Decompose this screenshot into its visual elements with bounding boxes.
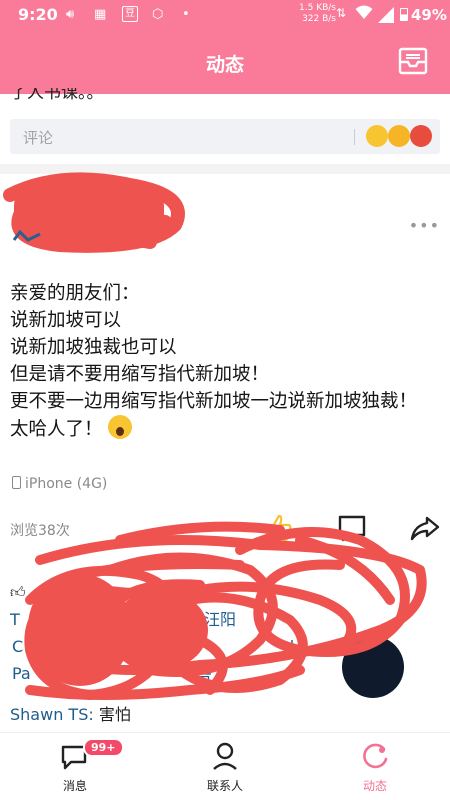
post-line: 说新加坡可以 bbox=[10, 310, 122, 331]
calendar-icon: ▦ bbox=[94, 7, 107, 22]
section-gap bbox=[0, 164, 450, 174]
shield-icon: ⬡ bbox=[152, 7, 164, 22]
app-header: 动态 bbox=[0, 32, 450, 94]
bottom-navigation: 99+ 消息 联系人 动态 bbox=[0, 732, 450, 800]
douban-icon: 豆 bbox=[122, 6, 138, 22]
nav-label: 消息 bbox=[62, 779, 87, 793]
data-arrows-icon: ⇅ bbox=[336, 6, 347, 20]
nav-messages[interactable]: 99+ 消息 bbox=[0, 733, 150, 800]
nav-label: 动态 bbox=[362, 779, 387, 793]
comment-fragment: 贡 bbox=[196, 668, 213, 687]
comment-fragment: T bbox=[10, 610, 20, 629]
status-bar: 9:20 🔊︎ ▦ 豆 ⬡ • 1.5 KB/s 322 B/s ⇅ 49% bbox=[0, 0, 450, 32]
comment-input[interactable]: 评论 bbox=[10, 119, 440, 154]
comment-row[interactable]: Shawn TS: 害怕 bbox=[10, 701, 131, 725]
moments-icon bbox=[363, 743, 388, 769]
comment-fragment: C bbox=[12, 637, 24, 656]
post-line: 太哈人了！ bbox=[10, 415, 440, 443]
battery-icon bbox=[400, 8, 408, 21]
comment-text: 害怕 bbox=[98, 705, 131, 724]
page-title: 动态 bbox=[205, 54, 244, 76]
divider bbox=[354, 129, 355, 145]
view-count: 浏览38次 bbox=[10, 523, 70, 539]
comment-fragment: Pa bbox=[12, 664, 31, 683]
network-speed: 1.5 KB/s 322 B/s bbox=[296, 3, 336, 25]
device-label: iPhone (4G) bbox=[25, 476, 108, 492]
comment-fragment: p bbox=[142, 637, 153, 656]
speed-down: 322 B/s bbox=[302, 14, 336, 24]
comment-fragment: 汪阳 bbox=[204, 610, 237, 629]
battery-indicator: 49% bbox=[400, 6, 447, 24]
post-line-text: 太哈人了！ bbox=[10, 419, 103, 440]
comment-placeholder: 评论 bbox=[23, 129, 54, 147]
comment-icon[interactable] bbox=[336, 512, 368, 544]
post-line: 说新加坡独裁也可以 bbox=[10, 337, 177, 358]
grin-emoji-icon[interactable] bbox=[366, 125, 388, 147]
more-options-icon[interactable]: ••• bbox=[409, 216, 440, 235]
clipped-post-text: 了人书课。。 bbox=[10, 88, 104, 102]
phone-icon bbox=[12, 476, 21, 489]
unread-badge: 99+ bbox=[83, 738, 124, 757]
speed-up: 1.5 KB/s bbox=[299, 3, 336, 13]
signal-icon bbox=[378, 7, 394, 23]
volume-icon: 🔊︎ bbox=[66, 7, 75, 22]
device-info: iPhone (4G) bbox=[12, 476, 107, 492]
share-icon[interactable] bbox=[409, 512, 441, 544]
laugh-emoji-icon[interactable] bbox=[388, 125, 410, 147]
dot-icon: • bbox=[182, 7, 190, 22]
post-line: 但是请不要用缩写指代新加坡！ bbox=[10, 364, 270, 385]
post-line: 亲爱的朋友们： bbox=[10, 283, 140, 304]
floating-action-button[interactable] bbox=[342, 636, 404, 698]
status-time: 9:20 bbox=[18, 5, 58, 24]
likes-icon: 👍︎ bbox=[10, 583, 26, 601]
nav-label: 联系人 bbox=[206, 779, 243, 793]
like-icon[interactable] bbox=[262, 512, 294, 544]
comment-author[interactable]: Shawn TS: bbox=[10, 705, 94, 724]
battery-level: 49% bbox=[411, 6, 447, 24]
nav-moments[interactable]: 动态 bbox=[300, 733, 450, 800]
comment-fragment: d bbox=[284, 637, 295, 656]
post-line: 更不要一边用缩写指代新加坡一边说新加坡独裁！ bbox=[10, 391, 418, 412]
contacts-icon bbox=[213, 742, 237, 770]
wifi-icon bbox=[355, 5, 373, 24]
gift-emoji-icon[interactable] bbox=[410, 125, 432, 147]
nav-contacts[interactable]: 联系人 bbox=[150, 733, 300, 800]
inbox-icon[interactable] bbox=[398, 47, 428, 75]
post-body: 亲爱的朋友们： 说新加坡可以 说新加坡独裁也可以 但是请不要用缩写指代新加坡！ … bbox=[10, 280, 440, 443]
scream-emoji-icon bbox=[108, 415, 133, 439]
